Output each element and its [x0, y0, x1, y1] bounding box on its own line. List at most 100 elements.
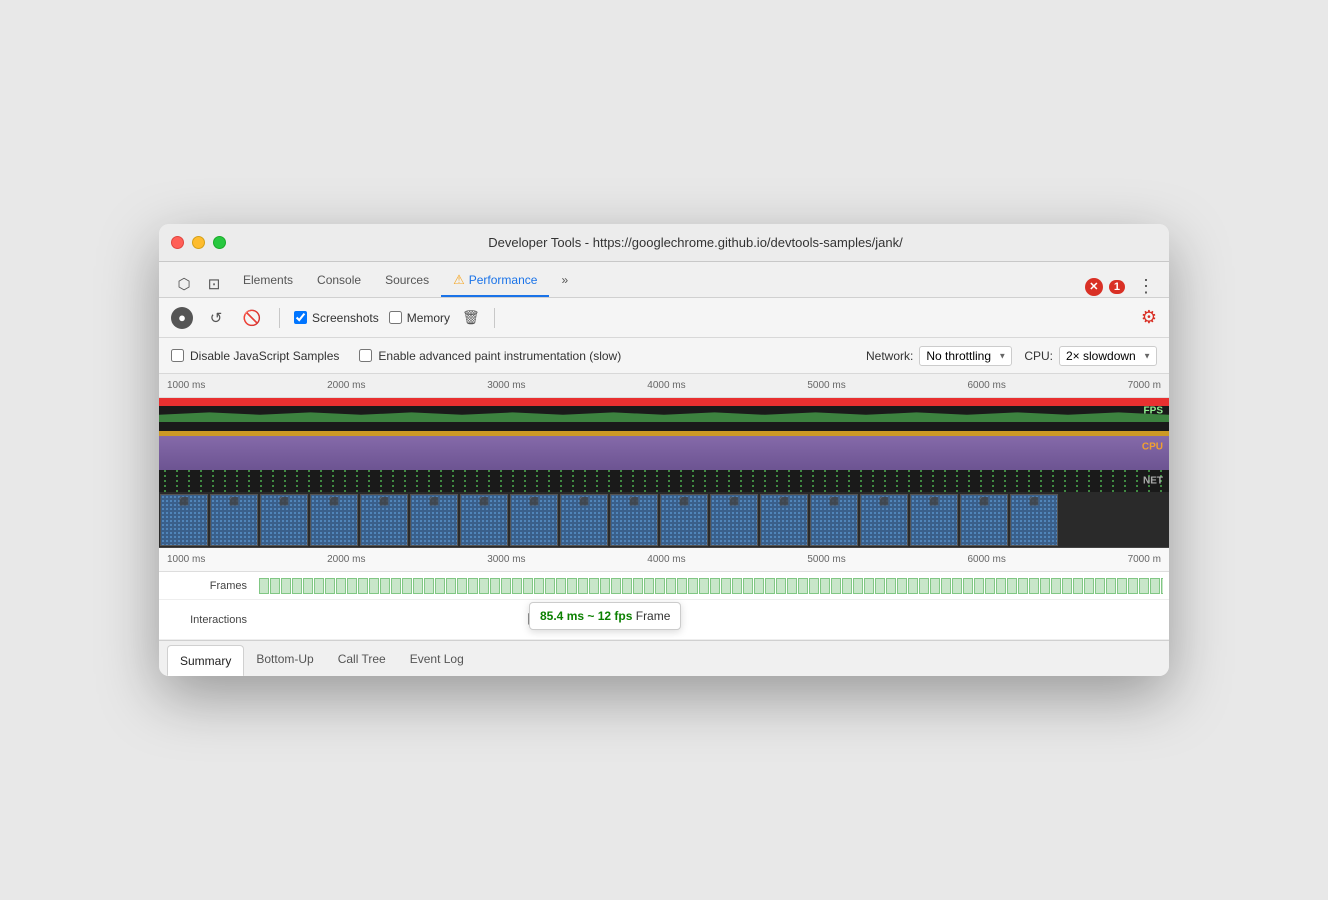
tab-sources[interactable]: Sources [373, 265, 441, 297]
interactions-track[interactable]: Interactions 85.4 ms ~ 12 fps Frame [159, 600, 1169, 640]
screenshot-thumb[interactable]: ⬛ [410, 494, 458, 546]
frame-block[interactable] [1150, 578, 1160, 594]
screenshot-thumb[interactable]: ⬛ [860, 494, 908, 546]
frame-block[interactable] [501, 578, 511, 594]
frame-block[interactable] [699, 578, 709, 594]
frame-block[interactable] [303, 578, 313, 594]
fps-track[interactable]: FPS [159, 398, 1169, 424]
frame-block[interactable] [578, 578, 588, 594]
frame-block[interactable] [589, 578, 599, 594]
frame-block[interactable] [941, 578, 951, 594]
screenshot-thumb[interactable]: ⬛ [510, 494, 558, 546]
frame-block[interactable] [743, 578, 753, 594]
frame-block[interactable] [842, 578, 852, 594]
frame-block[interactable] [380, 578, 390, 594]
screenshot-thumb[interactable]: ⬛ [1010, 494, 1058, 546]
screenshots-toggle[interactable]: Screenshots [294, 311, 379, 325]
frame-block[interactable] [292, 578, 302, 594]
frame-block[interactable] [347, 578, 357, 594]
frame-block[interactable] [545, 578, 555, 594]
frame-block[interactable] [490, 578, 500, 594]
frame-block[interactable] [468, 578, 478, 594]
tab-elements[interactable]: Elements [231, 265, 305, 297]
frame-block[interactable] [1106, 578, 1116, 594]
frame-block[interactable] [787, 578, 797, 594]
record-button[interactable]: ● [171, 307, 193, 329]
screenshot-thumb[interactable]: ⬛ [810, 494, 858, 546]
frame-block[interactable] [1084, 578, 1094, 594]
frame-block[interactable] [908, 578, 918, 594]
cpu-throttle-select[interactable]: No throttling 2× slowdown 4× slowdown 6×… [1059, 346, 1157, 366]
settings-button[interactable]: ⚙ [1141, 307, 1157, 328]
frame-block[interactable] [952, 578, 962, 594]
cpu-track[interactable]: CPU [159, 424, 1169, 470]
screenshot-thumb[interactable]: ⬛ [310, 494, 358, 546]
frame-block[interactable] [985, 578, 995, 594]
tab-console[interactable]: Console [305, 265, 373, 297]
screenshot-thumb[interactable]: ⬛ [360, 494, 408, 546]
frames-track[interactable]: Frames [159, 572, 1169, 600]
frame-block[interactable] [446, 578, 456, 594]
frame-block[interactable] [479, 578, 489, 594]
more-options-button[interactable]: ⋮ [1131, 276, 1161, 297]
frame-block[interactable] [512, 578, 522, 594]
frame-block[interactable] [688, 578, 698, 594]
frame-block[interactable] [281, 578, 291, 594]
frame-block[interactable] [457, 578, 467, 594]
tab-more[interactable]: » [549, 265, 580, 297]
disable-js-checkbox[interactable] [171, 349, 184, 362]
frame-block[interactable] [776, 578, 786, 594]
memory-toggle[interactable]: Memory [389, 311, 450, 325]
screenshot-thumb[interactable]: ⬛ [460, 494, 508, 546]
frame-block[interactable] [798, 578, 808, 594]
frame-block[interactable] [886, 578, 896, 594]
frame-block[interactable] [710, 578, 720, 594]
frame-block[interactable] [1051, 578, 1061, 594]
frame-block[interactable] [875, 578, 885, 594]
tab-bottom-up[interactable]: Bottom-Up [244, 644, 325, 676]
reload-profile-button[interactable]: ↺ [203, 305, 229, 331]
frame-block[interactable] [556, 578, 566, 594]
cursor-tool-button[interactable]: ⬡ [171, 271, 197, 297]
frame-block[interactable] [1040, 578, 1050, 594]
frame-block[interactable] [413, 578, 423, 594]
frame-block[interactable] [622, 578, 632, 594]
close-button[interactable] [171, 236, 184, 249]
frame-block[interactable] [567, 578, 577, 594]
frame-block[interactable] [930, 578, 940, 594]
minimize-button[interactable] [192, 236, 205, 249]
frame-block[interactable] [963, 578, 973, 594]
frame-block[interactable] [765, 578, 775, 594]
frame-block[interactable] [897, 578, 907, 594]
frame-block[interactable] [1139, 578, 1149, 594]
screenshots-checkbox[interactable] [294, 311, 307, 324]
net-track[interactable]: NET [159, 470, 1169, 492]
screenshot-strip[interactable]: ⬛⬛⬛⬛⬛⬛⬛⬛⬛⬛⬛⬛⬛⬛⬛⬛⬛⬛ [159, 492, 1169, 548]
advanced-paint-option[interactable]: Enable advanced paint instrumentation (s… [359, 349, 621, 363]
frame-block[interactable] [1073, 578, 1083, 594]
frame-block[interactable] [534, 578, 544, 594]
frame-block[interactable] [831, 578, 841, 594]
frame-block[interactable] [633, 578, 643, 594]
frame-block[interactable] [1095, 578, 1105, 594]
frame-block[interactable] [523, 578, 533, 594]
maximize-button[interactable] [213, 236, 226, 249]
frame-block[interactable] [1062, 578, 1072, 594]
frame-block[interactable] [1161, 578, 1163, 594]
frame-block[interactable] [1128, 578, 1138, 594]
frame-block[interactable] [644, 578, 654, 594]
tab-summary[interactable]: Summary [167, 645, 244, 676]
frame-block[interactable] [424, 578, 434, 594]
frame-block[interactable] [1007, 578, 1017, 594]
frame-block[interactable] [391, 578, 401, 594]
frame-block[interactable] [754, 578, 764, 594]
frame-block[interactable] [721, 578, 731, 594]
frame-block[interactable] [864, 578, 874, 594]
frame-block[interactable] [325, 578, 335, 594]
frame-block[interactable] [732, 578, 742, 594]
frame-block[interactable] [611, 578, 621, 594]
screenshot-thumb[interactable]: ⬛ [660, 494, 708, 546]
disable-js-option[interactable]: Disable JavaScript Samples [171, 349, 339, 363]
frame-block[interactable] [259, 578, 269, 594]
frame-block[interactable] [919, 578, 929, 594]
